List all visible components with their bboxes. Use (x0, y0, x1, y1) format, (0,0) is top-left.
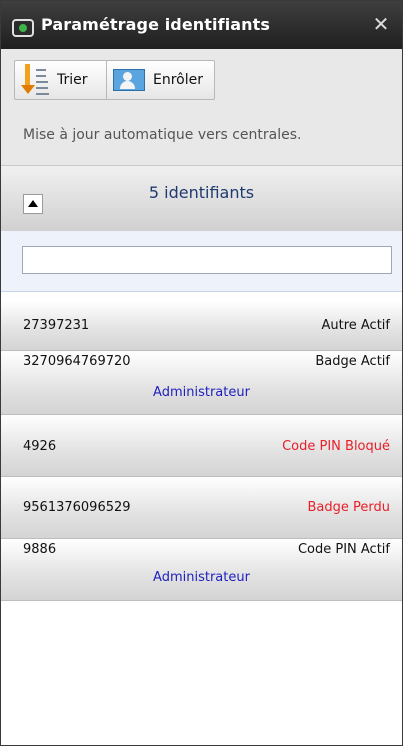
panel-title: Paramétrage identifiants (41, 15, 271, 34)
identifier-number: 9886 (23, 542, 57, 557)
filter-bar (1, 231, 402, 292)
identifier-status: Code PIN Actif (297, 542, 390, 557)
identifiers-panel: Paramétrage identifiants ✕ Trier Enrôler (0, 0, 403, 746)
list-item[interactable]: 9561376096529 Badge Perdu (1, 477, 402, 539)
identifier-number: 27397231 (23, 318, 90, 333)
id-card-icon (113, 69, 145, 91)
list-item[interactable]: 9886 Code PIN Actif Administrateur (1, 539, 402, 601)
list-item[interactable]: 4926 Code PIN Bloqué (1, 415, 402, 477)
sort-button-label: Trier (57, 72, 88, 88)
filter-input[interactable] (22, 246, 392, 274)
close-icon[interactable]: ✕ (370, 13, 392, 35)
enrol-button[interactable]: Enrôler (106, 60, 215, 100)
list-item[interactable]: 27397231 Autre Actif (1, 301, 402, 351)
toolbar: Trier Enrôler (1, 49, 402, 116)
panel-icon (12, 19, 34, 37)
title-bar: Paramétrage identifiants ✕ (1, 1, 402, 49)
identifier-role: Administrateur (153, 570, 250, 585)
identifier-number: 9561376096529 (23, 500, 131, 515)
identifier-status: Badge Perdu (307, 500, 390, 515)
identifier-status: Autre Actif (321, 318, 390, 333)
sort-icon (21, 63, 49, 97)
auto-update-notice: Mise à jour automatique vers centrales. (1, 115, 402, 165)
identifier-number: 4926 (23, 439, 57, 454)
identifier-status: Badge Actif (315, 354, 390, 369)
identifier-count: 5 identifiants (148, 183, 255, 202)
identifier-status: Code PIN Bloqué (282, 439, 390, 454)
identifier-role: Administrateur (153, 385, 250, 400)
sort-button[interactable]: Trier (14, 60, 108, 100)
identifier-number: 3270964769720 (23, 354, 131, 369)
list-item[interactable]: 3270964769720 Badge Actif Administrateur (1, 351, 402, 415)
list-header: 5 identifiants (1, 165, 402, 233)
enrol-button-label: Enrôler (153, 72, 203, 88)
